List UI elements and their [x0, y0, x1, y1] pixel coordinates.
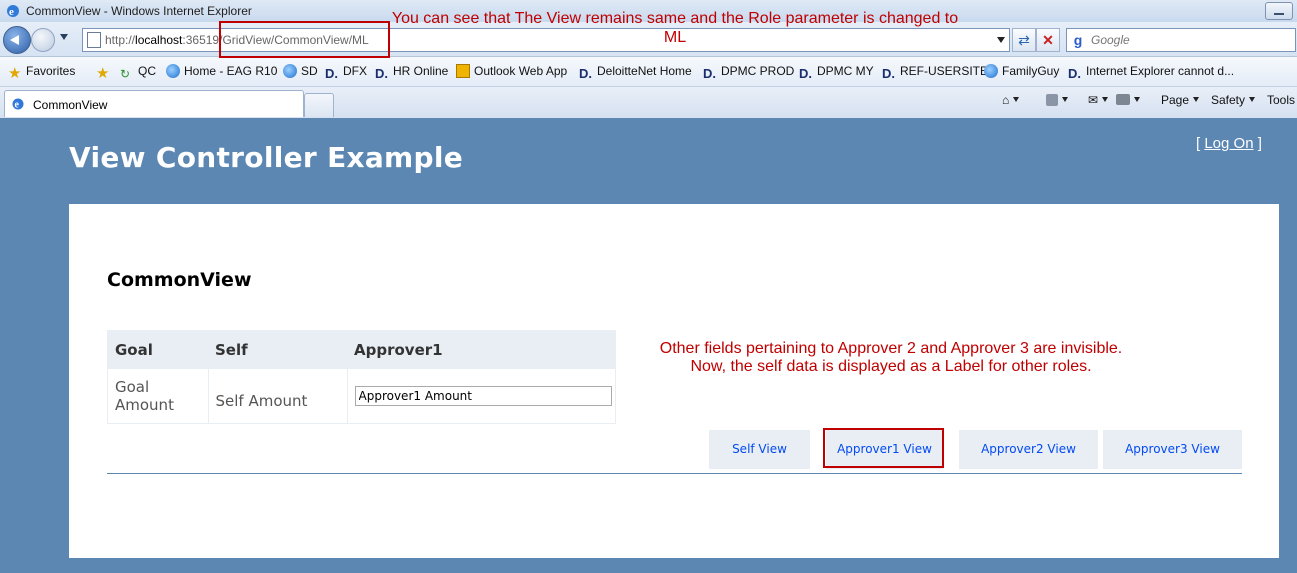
- search-placeholder: Google: [1091, 33, 1130, 47]
- site-title: View Controller Example: [69, 141, 464, 174]
- new-tab-button[interactable]: [304, 93, 334, 117]
- self-amount-label: Self Amount: [207, 368, 348, 424]
- annotation-top-line2: ML: [663, 29, 687, 46]
- deloitte-icon: D.: [882, 66, 895, 81]
- annotation-side-line2: Now, the self data is displayed as a Lab…: [690, 358, 1092, 375]
- divider: [107, 473, 1242, 474]
- data-grid: Goal Self Approver1 Goal Amount Self Amo…: [107, 330, 616, 424]
- approver3-view-button[interactable]: Approver3 View: [1103, 430, 1242, 469]
- ie-page-icon: [166, 64, 180, 78]
- ie-page-icon: [283, 64, 297, 78]
- deloitte-icon: D.: [579, 66, 592, 81]
- home-button[interactable]: ⌂: [1002, 93, 1020, 107]
- favorites-bar: ★ Favorites ★ ↻ QC Home - EAG R10 SD D. DFX…: [0, 57, 1297, 87]
- page-heading: CommonView: [107, 269, 252, 291]
- ie-page-icon: e: [12, 98, 24, 111]
- safety-menu[interactable]: Safety: [1211, 93, 1256, 107]
- svg-text:e: e: [15, 100, 20, 111]
- favorites-button[interactable]: ★ Favorites: [8, 64, 75, 82]
- favorite-link[interactable]: SD: [283, 64, 318, 78]
- favorite-link[interactable]: D. DFX: [325, 64, 367, 81]
- mail-icon: ✉: [1088, 93, 1099, 107]
- tab-label: CommonView: [33, 98, 108, 112]
- rss-icon: [1046, 94, 1058, 106]
- minimize-button[interactable]: [1265, 2, 1293, 20]
- back-button[interactable]: [3, 26, 31, 54]
- favorite-link[interactable]: D. Internet Explorer cannot d...: [1068, 64, 1234, 81]
- annotation-side-line1: Other fields pertaining to Approver 2 an…: [659, 340, 1123, 357]
- google-icon: g: [1073, 32, 1083, 48]
- annotation-top-line1: You can see that The View remains same a…: [391, 10, 959, 27]
- goal-amount-label: Goal Amount: [107, 368, 209, 424]
- deloitte-icon: D.: [799, 66, 812, 81]
- table-row: Goal Amount Self Amount: [107, 368, 616, 424]
- column-header-self: Self: [208, 330, 347, 369]
- recent-pages-dropdown-icon[interactable]: [60, 34, 68, 40]
- feeds-button[interactable]: [1046, 93, 1068, 107]
- tab-bar: e CommonView ⌂ ✉ Page Safety Tools: [0, 87, 1297, 119]
- logon-display: [ Log On ]: [1196, 135, 1262, 152]
- favorite-link[interactable]: Outlook Web App: [456, 64, 567, 78]
- page-icon: [87, 32, 101, 48]
- ie-logo-icon: e: [7, 5, 19, 18]
- svg-text:e: e: [9, 6, 14, 18]
- favorite-link[interactable]: D. DPMC MY: [799, 64, 874, 81]
- print-button[interactable]: [1116, 93, 1140, 107]
- column-header-goal: Goal: [107, 330, 208, 369]
- ie-page-icon: [984, 64, 998, 78]
- refresh-button[interactable]: ⇄: [1012, 28, 1036, 52]
- url-highlight-box: [219, 21, 390, 58]
- home-icon: ⌂: [1002, 93, 1010, 107]
- add-favorite-icon[interactable]: ★: [96, 64, 114, 82]
- window-title: CommonView - Windows Internet Explorer: [26, 4, 252, 18]
- forward-button[interactable]: [31, 28, 55, 52]
- logon-link[interactable]: Log On: [1204, 135, 1253, 152]
- search-box[interactable]: g Google: [1066, 28, 1296, 52]
- outlook-icon: [456, 64, 470, 78]
- favorite-link[interactable]: D. DeloitteNet Home: [579, 64, 692, 81]
- deloitte-icon: D.: [375, 66, 388, 81]
- grid-header-row: Goal Self Approver1: [107, 330, 616, 369]
- favorite-link[interactable]: ↻ QC: [120, 64, 156, 81]
- favorite-link[interactable]: D. DPMC PROD: [703, 64, 794, 81]
- star-icon: ★: [8, 65, 22, 82]
- approver2-view-button[interactable]: Approver2 View: [959, 430, 1098, 469]
- printer-icon: [1116, 94, 1130, 105]
- deloitte-icon: D.: [703, 66, 716, 81]
- approver1-amount-input[interactable]: [354, 386, 612, 406]
- tab-commonview[interactable]: e CommonView: [4, 90, 304, 117]
- refresh-icon: ↻: [120, 67, 131, 81]
- favorite-link[interactable]: FamilyGuy: [984, 64, 1059, 78]
- favorite-link[interactable]: D. HR Online: [375, 64, 448, 81]
- deloitte-icon: D.: [1068, 66, 1081, 81]
- tools-menu[interactable]: Tools: [1267, 93, 1295, 107]
- address-dropdown-icon[interactable]: [997, 37, 1005, 43]
- button-highlight-box: [823, 428, 944, 468]
- mail-button[interactable]: ✉: [1088, 93, 1109, 107]
- favorite-link[interactable]: Home - EAG R10: [166, 64, 277, 78]
- minimize-icon: [1274, 13, 1284, 15]
- favorite-link[interactable]: D. REF-USERSITE: [882, 64, 988, 81]
- deloitte-icon: D.: [325, 66, 338, 81]
- column-header-approver1: Approver1: [347, 330, 616, 369]
- page-menu[interactable]: Page: [1161, 93, 1200, 107]
- stop-button[interactable]: ✕: [1036, 28, 1060, 52]
- self-view-button[interactable]: Self View: [709, 430, 810, 469]
